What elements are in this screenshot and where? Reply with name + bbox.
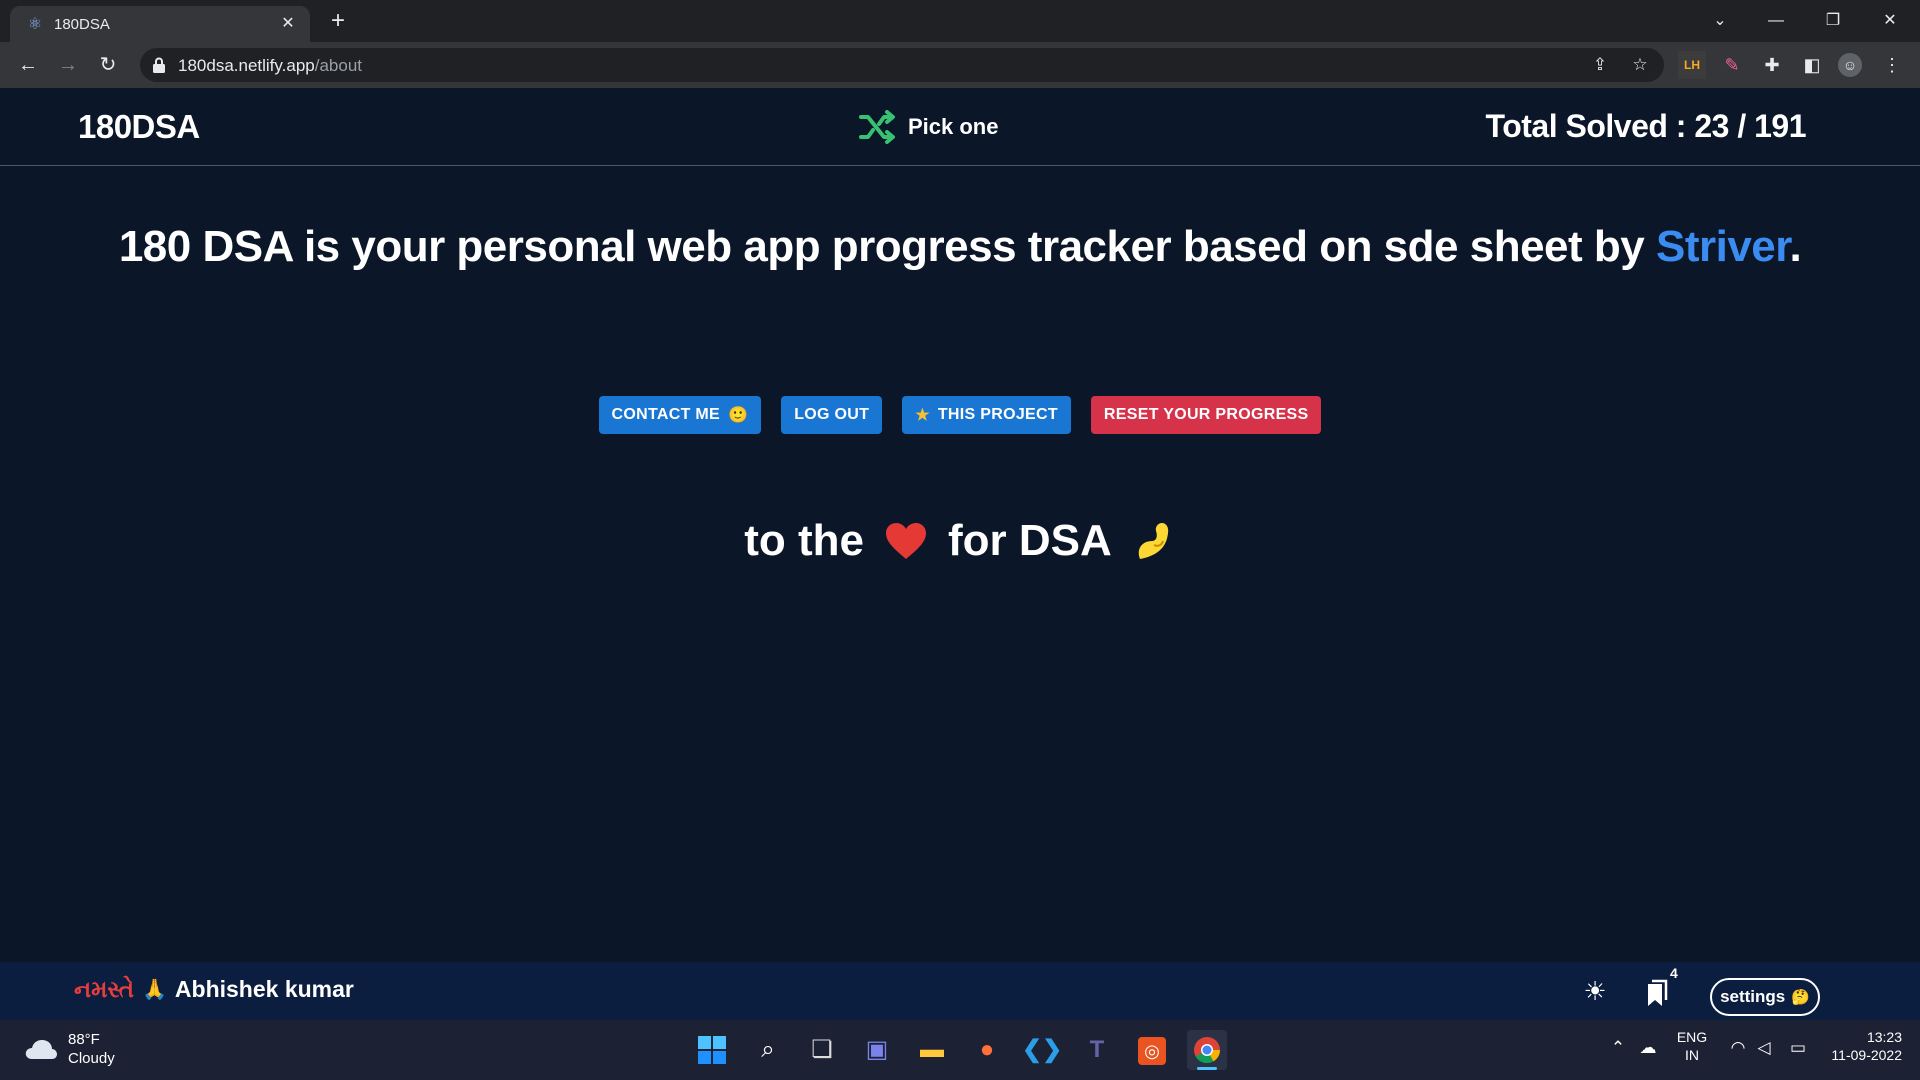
star-project-button[interactable]: ★ THIS PROJECT [902, 396, 1071, 434]
app-footer: નમસ્તે 🙏 Abhishek kumar ☀ 4 settings 🤔 [0, 962, 1920, 1020]
cloud-icon [25, 1040, 57, 1059]
log-out-label: LOG OUT [794, 406, 870, 423]
show-hidden-icons-chevron[interactable]: ⌃ [1606, 1036, 1630, 1060]
url-text: 180dsa.netlify.app/about [178, 56, 362, 75]
browser-toolbar: ← → ↻ 180dsa.netlify.app/about ⇪ ☆ LH ✎ … [0, 42, 1920, 88]
close-icon[interactable]: ✕ [276, 12, 300, 36]
temperature: 88°F [68, 1031, 100, 1048]
flexed-biceps-icon [1138, 523, 1168, 559]
weather-widget[interactable]: 88°F Cloudy [24, 1030, 115, 1068]
search-icon[interactable]: ⌕ [748, 1030, 788, 1070]
vscode-icon[interactable]: ❮❯ [1022, 1030, 1062, 1070]
teams-icon[interactable]: T [1077, 1030, 1117, 1070]
clock[interactable]: 13:23 11-09-2022 [1822, 1028, 1902, 1064]
brand-logo[interactable]: 180DSA [78, 108, 200, 146]
reset-progress-button[interactable]: RESET YOUR PROGRESS [1090, 396, 1322, 434]
shuffle-icon [859, 110, 895, 144]
react-icon: ⚛ [27, 16, 43, 33]
time: 13:23 [1866, 1029, 1902, 1045]
profile-avatar[interactable]: ☺ [1838, 53, 1862, 77]
total-solved-counter: Total Solved : 23 / 191 [1485, 108, 1807, 144]
close-window-button[interactable]: ✕ [1870, 6, 1910, 36]
smile-icon: 🙂 [727, 407, 749, 424]
restore-button[interactable]: ❐ [1813, 6, 1853, 36]
minimize-button[interactable]: — [1756, 6, 1796, 36]
pen-extension-icon[interactable]: ✎ [1718, 51, 1746, 79]
notifications-icon[interactable]: 4 [1640, 966, 1678, 1008]
lighthouse-extension-icon[interactable]: LH [1678, 51, 1706, 79]
about-text: 180 DSA is your personal web app progres… [118, 222, 1656, 271]
os-taskbar: 88°F Cloudy ⌕ ❏ ▣ ▬ ● ❮❯ T ◎ ⌃ ☁ ENG IN … [0, 1020, 1920, 1080]
contact-me-label: CONTACT ME [611, 406, 720, 423]
settings-button[interactable]: settings 🤔 [1710, 978, 1820, 1016]
striver-link[interactable]: Striver [1656, 222, 1790, 271]
chrome-icon[interactable] [1187, 1030, 1227, 1070]
about-description: 180 DSA is your personal web app progres… [0, 222, 1920, 272]
pick-one-label: Pick one [908, 114, 999, 139]
language-code: ENG [1676, 1029, 1708, 1045]
firefox-icon[interactable]: ● [967, 1030, 1007, 1070]
praying-hands-icon: 🙏 [142, 979, 167, 1001]
new-tab-button[interactable]: + [324, 8, 352, 36]
reload-icon[interactable]: ↻ [94, 51, 122, 79]
notification-count: 4 [1670, 965, 1678, 981]
forward-icon[interactable]: → [54, 51, 82, 79]
reset-progress-label: RESET YOUR PROGRESS [1103, 406, 1309, 423]
task-view-icon[interactable]: ❏ [802, 1030, 842, 1070]
greeting-native: નમસ્તે [74, 976, 135, 1002]
app-navbar: 180DSA Pick one Total Solved : 23 / 191 [0, 88, 1920, 166]
language-indicator[interactable]: ENG IN [1672, 1028, 1712, 1064]
contact-me-button[interactable]: CONTACT ME 🙂 [598, 396, 762, 434]
onedrive-cloud-icon[interactable]: ☁ [1636, 1036, 1660, 1060]
star-icon: ★ [915, 407, 930, 424]
menu-kebab-icon[interactable]: ⋮ [1878, 51, 1906, 79]
extensions-puzzle-icon[interactable]: ✚ [1758, 51, 1786, 79]
tab-search-icon[interactable]: ⌄ [1700, 6, 1740, 36]
thinking-face-icon: 🤔 [1791, 989, 1810, 1006]
action-buttons: CONTACT ME 🙂 LOG OUT ★ THIS PROJECT RESE… [0, 396, 1920, 434]
bookmark-stack-icon [1648, 979, 1668, 1007]
back-icon[interactable]: ← [14, 51, 42, 79]
user-name: Abhishek kumar [174, 976, 354, 1002]
love-prefix: to the [744, 516, 864, 565]
region-code: IN [1685, 1047, 1699, 1063]
pick-one-button[interactable]: Pick one [858, 110, 998, 144]
heart-icon [885, 523, 926, 559]
windows-start-icon[interactable] [692, 1030, 732, 1070]
chat-icon[interactable]: ▣ [857, 1030, 897, 1070]
address-bar[interactable]: 180dsa.netlify.app/about ⇪ ☆ [140, 48, 1664, 82]
volume-icon[interactable]: ◁ [1752, 1036, 1776, 1060]
greeting: નમસ્તે 🙏 Abhishek kumar [74, 976, 354, 1003]
bookmark-star-icon[interactable]: ☆ [1628, 53, 1652, 77]
share-icon[interactable]: ⇪ [1588, 53, 1612, 77]
about-period: . [1789, 222, 1802, 271]
battery-icon[interactable]: ▭ [1786, 1036, 1810, 1060]
love-tagline: to the for DSA [0, 516, 1920, 566]
wifi-icon[interactable]: ◠ [1726, 1036, 1750, 1060]
browser-tabstrip: ⚛ 180DSA ✕ + ⌄ — ❐ ✕ [0, 0, 1920, 42]
theme-toggle-sun-icon[interactable]: ☀ [1578, 974, 1612, 1008]
side-panel-icon[interactable]: ◧ [1798, 51, 1826, 79]
file-explorer-icon[interactable]: ▬ [912, 1030, 952, 1070]
lock-icon [153, 57, 165, 73]
tab-title: 180DSA [54, 16, 110, 33]
love-suffix: for DSA [947, 516, 1112, 565]
ubuntu-icon[interactable]: ◎ [1132, 1030, 1172, 1070]
log-out-button[interactable]: LOG OUT [781, 396, 883, 434]
star-project-label: THIS PROJECT [937, 406, 1058, 423]
weather-condition: Cloudy [68, 1050, 115, 1067]
browser-tab[interactable]: ⚛ 180DSA ✕ [10, 6, 310, 42]
settings-label: settings [1720, 987, 1786, 1006]
date: 11-09-2022 [1831, 1047, 1902, 1063]
